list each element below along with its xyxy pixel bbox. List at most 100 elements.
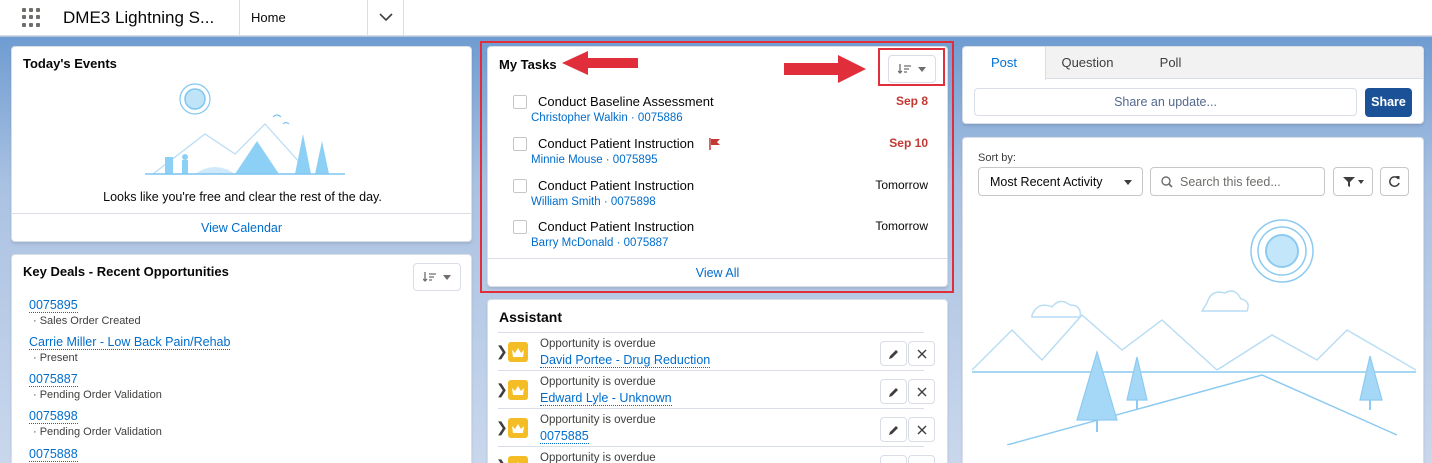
feed-search-input[interactable]: Search this feed...: [1150, 167, 1325, 196]
view-all-link[interactable]: View All: [488, 266, 947, 280]
dismiss-button[interactable]: [908, 341, 935, 366]
chevron-right-icon[interactable]: ❯: [496, 381, 508, 398]
chevron-right-icon[interactable]: ❯: [496, 419, 508, 436]
filter-button[interactable]: [1333, 167, 1373, 196]
assistant-item-link[interactable]: David Portee - Drug Reduction: [540, 353, 711, 368]
dismiss-button[interactable]: [908, 455, 935, 463]
deal-link[interactable]: 0075895: [29, 298, 78, 313]
task-item: Conduct Patient Instruction William Smit…: [513, 176, 928, 216]
tab-question[interactable]: Question: [1046, 47, 1129, 79]
deal-detail: · Present: [33, 352, 78, 364]
task-due-date: Tomorrow: [875, 178, 928, 192]
assistant-item-type: Opportunity is overdue: [540, 414, 656, 426]
sort-select-value: Most Recent Activity: [990, 175, 1103, 189]
task-checkbox[interactable]: [513, 95, 527, 109]
task-related[interactable]: Minnie Mouse · 0075895: [531, 154, 658, 166]
dismiss-button[interactable]: [908, 379, 935, 404]
my-tasks-title: My Tasks: [499, 57, 557, 72]
task-name[interactable]: Conduct Baseline Assessment: [538, 94, 714, 109]
chevron-right-icon[interactable]: ❯: [496, 343, 508, 360]
deal-detail: · Pending Order Validation: [33, 426, 162, 438]
pencil-icon: [888, 425, 898, 435]
card-footer-divider: [12, 213, 471, 214]
edit-button[interactable]: [880, 379, 907, 404]
assistant-card: Assistant ❯ Opportunity is overdue David…: [487, 299, 948, 463]
refresh-icon: [1389, 176, 1400, 187]
task-checkbox[interactable]: [513, 137, 527, 151]
global-header: DME3 Lightning S... Home: [0, 0, 1432, 36]
sort-select[interactable]: Most Recent Activity: [978, 167, 1143, 196]
task-name[interactable]: Conduct Patient Instruction: [538, 219, 694, 234]
sort-icon: [898, 64, 911, 74]
deal-detail: · Pending Order Validation: [33, 389, 162, 401]
crown-icon: [508, 456, 528, 463]
chevron-down-icon: [443, 274, 451, 280]
tab-poll[interactable]: Poll: [1129, 47, 1212, 79]
deal-link[interactable]: Carrie Miller - Low Back Pain/Rehab: [29, 335, 231, 350]
chevron-down-icon: [1357, 179, 1364, 184]
task-item: Conduct Patient Instruction Barry McDona…: [513, 217, 928, 257]
share-button[interactable]: Share: [1365, 88, 1412, 117]
task-due-date: Sep 10: [889, 136, 928, 150]
assistant-item: ❯ Opportunity is overdue Edward Lyle - U…: [496, 370, 935, 408]
search-icon: [1161, 176, 1173, 188]
tasks-sort-button[interactable]: [888, 55, 936, 83]
empty-calendar-illustration: [145, 83, 345, 175]
crown-icon: [508, 380, 528, 400]
arrow-right-annotation: [784, 55, 866, 83]
task-item: Conduct Patient Instruction Minnie Mouse…: [513, 134, 928, 174]
chevron-right-icon[interactable]: ❯: [496, 457, 508, 463]
todays-events-title: Today's Events: [23, 56, 117, 71]
assistant-item-type: Opportunity is overdue: [540, 376, 656, 388]
deal-link[interactable]: 0075888: [29, 447, 78, 462]
task-name[interactable]: Conduct Patient Instruction: [538, 136, 694, 151]
task-due-date: Tomorrow: [875, 219, 928, 233]
assistant-item: ❯ Opportunity is overdue 0075885: [496, 408, 935, 446]
task-checkbox[interactable]: [513, 179, 527, 193]
card-footer-divider: [488, 258, 947, 259]
deal-link[interactable]: 0075887: [29, 372, 78, 387]
refresh-button[interactable]: [1380, 167, 1409, 196]
nav-menu-button[interactable]: [367, 0, 404, 36]
task-checkbox[interactable]: [513, 220, 527, 234]
tab-post[interactable]: Post: [963, 47, 1046, 80]
deal-link[interactable]: 0075898: [29, 409, 78, 424]
task-name[interactable]: Conduct Patient Instruction: [538, 178, 694, 193]
edit-button[interactable]: [880, 455, 907, 463]
publisher-card: Post Question Poll Share an update... Sh…: [962, 46, 1424, 124]
chevron-down-icon: [1124, 180, 1132, 185]
edit-button[interactable]: [880, 417, 907, 442]
assistant-item-type: Opportunity is overdue: [540, 338, 656, 350]
close-icon: [917, 387, 926, 396]
share-update-input[interactable]: Share an update...: [974, 88, 1357, 116]
assistant-item: ❯ Opportunity is overdue David Portee - …: [496, 332, 935, 370]
pencil-icon: [888, 387, 898, 397]
pencil-icon: [888, 349, 898, 359]
chevron-down-icon: [918, 66, 926, 72]
sort-icon: [423, 272, 436, 282]
task-related[interactable]: Barry McDonald · 0075887: [531, 237, 668, 249]
task-due-date: Sep 8: [895, 94, 928, 108]
task-related[interactable]: Christopher Walkin · 0075886: [531, 112, 683, 124]
view-calendar-link[interactable]: View Calendar: [12, 221, 471, 235]
deals-sort-button[interactable]: [413, 263, 461, 291]
assistant-title: Assistant: [499, 309, 563, 325]
events-empty-text: Looks like you're free and clear the res…: [103, 190, 382, 204]
assistant-item-type: Opportunity is overdue: [540, 452, 656, 463]
assistant-item: ❯ Opportunity is overdue: [496, 446, 935, 463]
app-name: DME3 Lightning S...: [63, 7, 215, 27]
edit-button[interactable]: [880, 341, 907, 366]
crown-icon: [508, 418, 528, 438]
app-launcher-icon[interactable]: [22, 7, 42, 28]
todays-events-card: Today's Events Looks like you're free an…: [11, 46, 472, 242]
key-deals-title: Key Deals - Recent Opportunities: [23, 264, 229, 279]
nav-item-home[interactable]: Home: [239, 0, 367, 36]
assistant-item-link[interactable]: 0075885: [540, 429, 589, 444]
deal-detail: · Sales Order Created: [33, 315, 141, 327]
task-related[interactable]: William Smith · 0075898: [531, 196, 656, 208]
crown-icon: [508, 342, 528, 362]
assistant-item-link[interactable]: Edward Lyle - Unknown: [540, 391, 672, 406]
empty-feed-illustration: [972, 219, 1416, 445]
feed-search-placeholder: Search this feed...: [1180, 175, 1281, 189]
dismiss-button[interactable]: [908, 417, 935, 442]
